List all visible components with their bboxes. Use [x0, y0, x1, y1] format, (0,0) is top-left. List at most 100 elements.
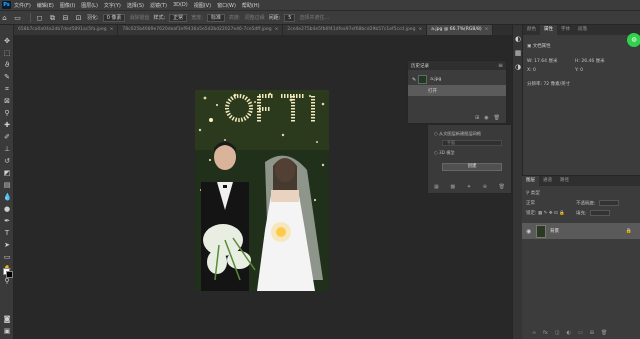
- tab-paths[interactable]: 路径: [556, 176, 573, 186]
- subtract-selection-icon[interactable]: ⊟: [61, 14, 70, 22]
- add-selection-icon[interactable]: ⧉: [48, 14, 57, 22]
- 3d-create-button[interactable]: 创建: [442, 163, 502, 171]
- quick-select-icon[interactable]: ✎: [3, 73, 11, 81]
- menu-edit[interactable]: 编辑(E): [37, 2, 54, 9]
- menu-view[interactable]: 视图(V): [194, 2, 211, 9]
- blur-icon[interactable]: 💧: [3, 193, 12, 201]
- home-icon[interactable]: ⌂: [0, 14, 9, 22]
- 3d-scene-icon[interactable]: ▦: [434, 184, 439, 190]
- pen-icon[interactable]: ✒: [3, 217, 11, 225]
- lasso-icon[interactable]: ϑ: [3, 61, 11, 69]
- menu-window[interactable]: 窗口(W): [217, 2, 236, 9]
- history-brush-source-icon[interactable]: ✎: [412, 77, 416, 83]
- trash-icon[interactable]: 🗑: [494, 115, 500, 121]
- layer-row-background[interactable]: ◉ 背景 🔒: [522, 223, 640, 239]
- menu-3d[interactable]: 3D(D): [173, 2, 188, 8]
- shape-icon[interactable]: ▭: [3, 253, 11, 261]
- tab-layers[interactable]: 图层: [522, 176, 539, 186]
- fill-field[interactable]: 填充:: [576, 210, 610, 217]
- tab-character[interactable]: 字体: [557, 25, 574, 35]
- style-select[interactable]: 正常: [169, 13, 188, 22]
- lock-controls[interactable]: 锁定: ▦ ✎ ✥ ⊡ 🔒: [526, 210, 565, 216]
- close-icon[interactable]: ×: [485, 27, 489, 32]
- eraser-icon[interactable]: ◩: [3, 169, 11, 177]
- tab-properties[interactable]: 属性: [540, 25, 557, 35]
- 3d-add-icon[interactable]: ⊕: [483, 184, 487, 190]
- spacing-input[interactable]: 5: [284, 13, 296, 22]
- doc-tab[interactable]: 78c025b4689e7620deaf1ef9436a5e5d2bd22027…: [118, 25, 284, 35]
- swatches-panel-icon[interactable]: ▦: [514, 49, 522, 57]
- close-icon[interactable]: ×: [275, 27, 279, 32]
- 3d-preset-select[interactable]: 平面: [442, 140, 502, 146]
- menu-layer[interactable]: 图层(L): [81, 2, 98, 9]
- color-panel-icon[interactable]: ◐: [514, 35, 522, 43]
- screen-mode-icon[interactable]: ▣: [3, 327, 11, 335]
- feather-input[interactable]: 0 像素: [102, 13, 126, 22]
- menu-select[interactable]: 选择(S): [127, 2, 144, 9]
- select-and-mask-button[interactable]: 选择并遮住...: [299, 14, 329, 21]
- adjustment-layer-icon[interactable]: ◐: [567, 330, 571, 336]
- move-icon[interactable]: ✥: [3, 37, 11, 45]
- y-field[interactable]: Y: 0: [575, 68, 583, 73]
- x-field[interactable]: X: 0: [527, 68, 536, 73]
- healing-brush-icon[interactable]: ✚: [3, 121, 11, 129]
- close-icon[interactable]: ×: [110, 27, 114, 32]
- fill-input[interactable]: [589, 210, 610, 216]
- doc-tab[interactable]: 658b7ca0a04a2db7ded5891ac5fa.jpeg ×: [14, 25, 119, 35]
- panel-menu-icon[interactable]: ≡: [498, 61, 503, 70]
- opacity-field[interactable]: 不透明度:: [576, 200, 619, 207]
- layer-filter[interactable]: ⚲ 类型: [526, 190, 540, 196]
- doc-tab-active[interactable]: a.jpg @ 66.7%(RGB/8) ×: [427, 25, 494, 35]
- new-document-from-state-icon[interactable]: ⊞: [475, 115, 479, 121]
- layer-mask-icon[interactable]: ◫: [555, 330, 560, 336]
- menu-filter[interactable]: 滤镜(T): [150, 2, 167, 9]
- dodge-icon[interactable]: ●: [3, 205, 11, 213]
- marquee-preset-icon[interactable]: ▭: [13, 14, 22, 22]
- 3d-light-icon[interactable]: ✦: [467, 184, 471, 190]
- adjust-panel-icon[interactable]: ◑: [514, 63, 522, 71]
- tab-channels[interactable]: 通道: [539, 176, 556, 186]
- quick-mask-icon[interactable]: ◙: [3, 315, 11, 323]
- trash-icon[interactable]: 🗑: [499, 184, 505, 190]
- link-layers-icon[interactable]: ∞: [532, 330, 536, 336]
- menu-type[interactable]: 文字(Y): [104, 2, 121, 9]
- blend-mode-select[interactable]: 正常: [526, 200, 535, 206]
- height-field[interactable]: H: 26.46 厘米: [575, 58, 605, 64]
- close-icon[interactable]: ×: [418, 27, 422, 32]
- crop-icon[interactable]: ⌗: [3, 85, 11, 93]
- lock-icon[interactable]: 🔒: [626, 228, 632, 234]
- 3d-mesh-icon[interactable]: ▩: [450, 184, 455, 190]
- path-select-icon[interactable]: ➤: [3, 241, 11, 249]
- eye-visibility-icon[interactable]: ◉: [526, 228, 531, 235]
- new-layer-icon[interactable]: ⊞: [590, 330, 594, 336]
- camera-icon[interactable]: ◉: [484, 115, 488, 121]
- tab-color[interactable]: 颜色: [523, 25, 540, 35]
- marquee-icon[interactable]: ⬚: [3, 49, 11, 57]
- doc-tab[interactable]: 2ce4e275b4e5fb6f41dfea97ef68bcd29b57c1ef…: [283, 25, 428, 35]
- eyedropper-icon[interactable]: ⚲: [3, 109, 11, 117]
- width-field[interactable]: W: 17.64 厘米: [527, 58, 557, 64]
- opacity-input[interactable]: [598, 200, 619, 206]
- clone-stamp-icon[interactable]: ⊥: [3, 145, 11, 153]
- background-color-swatch[interactable]: [6, 271, 13, 278]
- history-step-open[interactable]: 打开: [408, 85, 506, 96]
- text-tool-icon[interactable]: T: [3, 229, 11, 237]
- intersect-selection-icon[interactable]: ⊡: [74, 14, 83, 22]
- 3d-option-model[interactable]: ○ 3D 模型: [434, 150, 511, 156]
- history-brush-icon[interactable]: ↺: [3, 157, 11, 165]
- menu-help[interactable]: 帮助(H): [242, 2, 260, 9]
- layer-style-icon[interactable]: fx: [543, 330, 548, 336]
- new-selection-icon[interactable]: ◻: [35, 14, 44, 22]
- tab-paragraph[interactable]: 段落: [574, 25, 591, 35]
- antialias-checkbox[interactable]: 消除锯齿: [129, 14, 149, 21]
- wedding-photo-canvas[interactable]: [195, 90, 329, 291]
- creative-cloud-icon[interactable]: ◍: [627, 33, 640, 47]
- zoom-icon[interactable]: ⚲: [3, 277, 11, 285]
- new-group-icon[interactable]: ▭: [578, 330, 583, 336]
- menu-image[interactable]: 图像(I): [60, 2, 75, 9]
- menu-file[interactable]: 文件(F): [14, 2, 31, 9]
- 3d-option-mesh-from-layer[interactable]: ○ 从文图层新建图层网格: [434, 131, 511, 137]
- trash-icon[interactable]: 🗑: [601, 330, 607, 336]
- refine-edge-button[interactable]: 调整边缘: [245, 14, 265, 21]
- history-snapshot[interactable]: ✎ a.jpg: [408, 74, 506, 85]
